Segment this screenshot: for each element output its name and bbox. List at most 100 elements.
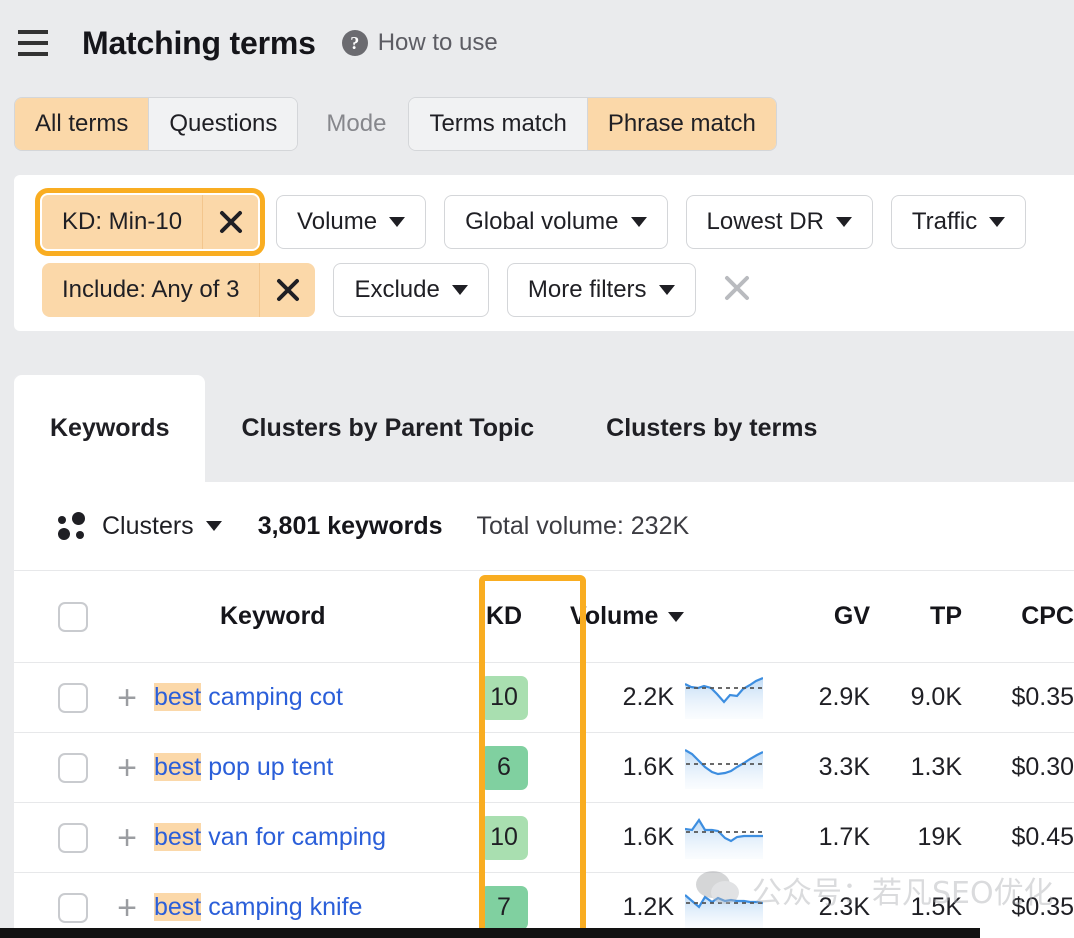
how-to-use-link[interactable]: ? How to use xyxy=(342,29,498,57)
table-header-row: + Keyword KD Volume GV TP CPC xyxy=(14,570,1074,662)
filter-button-volume-label: Volume xyxy=(297,208,377,236)
term-type-segmented-control: All terms Questions xyxy=(14,97,298,151)
keyword-count: 3,801 keywords xyxy=(258,512,443,541)
keyword-rest: van for camping xyxy=(201,823,386,851)
kd-badge: 7 xyxy=(480,886,528,930)
tab-keywords[interactable]: Keywords xyxy=(14,375,205,482)
results-tabs: Keywords Clusters by Parent Topic Cluste… xyxy=(14,375,1074,482)
kd-badge: 10 xyxy=(480,816,528,860)
segment-phrase-match[interactable]: Phrase match xyxy=(588,98,776,150)
keyword-highlight: best xyxy=(154,893,201,921)
filter-chip-kd[interactable]: KD: Min-10 xyxy=(42,195,258,249)
filter-button-exclude-label: Exclude xyxy=(354,276,439,304)
column-header-cpc[interactable]: CPC xyxy=(962,602,1074,631)
keyword-rest: camping knife xyxy=(201,893,362,921)
bottom-bar xyxy=(0,928,980,938)
close-icon[interactable] xyxy=(259,263,315,317)
kd-cell: 7 xyxy=(452,886,556,930)
trend-sparkline xyxy=(674,887,774,929)
keyword-cell[interactable]: best van for camping xyxy=(154,823,452,852)
gv-cell: 2.9K xyxy=(774,683,870,712)
keyword-highlight: best xyxy=(154,683,201,711)
keywords-table: + Keyword KD Volume GV TP CPC + best cam… xyxy=(14,570,1074,938)
cpc-cell: $0.35 xyxy=(962,683,1074,712)
cpc-cell: $0.35 xyxy=(962,893,1074,922)
add-to-list-icon[interactable]: + xyxy=(100,891,154,925)
chevron-down-icon xyxy=(452,285,468,295)
question-mark-icon: ? xyxy=(342,30,368,56)
segment-all-terms[interactable]: All terms xyxy=(15,98,149,150)
clear-filters-x-icon[interactable] xyxy=(720,271,754,310)
filter-chip-include-label: Include: Any of 3 xyxy=(42,263,259,317)
kd-badge: 6 xyxy=(480,746,528,790)
hamburger-icon[interactable] xyxy=(18,30,48,56)
kd-cell: 6 xyxy=(452,746,556,790)
chevron-down-icon[interactable] xyxy=(206,521,222,531)
column-header-keyword[interactable]: Keyword xyxy=(220,602,452,631)
keyword-highlight: best xyxy=(154,823,201,851)
keyword-cell[interactable]: best camping knife xyxy=(154,893,452,922)
keyword-highlight: best xyxy=(154,753,201,781)
column-header-kd[interactable]: KD xyxy=(452,602,556,631)
keyword-cell[interactable]: best pop up tent xyxy=(154,753,452,782)
filter-button-global-volume[interactable]: Global volume xyxy=(444,195,667,249)
filter-button-traffic[interactable]: Traffic xyxy=(891,195,1026,249)
segment-questions[interactable]: Questions xyxy=(149,98,297,150)
add-to-list-icon[interactable]: + xyxy=(100,751,154,785)
clusters-dropdown-label[interactable]: Clusters xyxy=(102,512,194,541)
filters-row-1: KD: Min-10 Volume Global volume Lowest D… xyxy=(42,195,1026,249)
filter-button-more-filters[interactable]: More filters xyxy=(507,263,696,317)
gv-cell: 3.3K xyxy=(774,753,870,782)
row-checkbox[interactable] xyxy=(58,753,88,783)
chevron-down-icon xyxy=(389,217,405,227)
how-to-use-label: How to use xyxy=(378,29,498,57)
tp-cell: 1.5K xyxy=(870,893,962,922)
filter-chip-include[interactable]: Include: Any of 3 xyxy=(42,263,315,317)
select-all-checkbox[interactable] xyxy=(58,602,88,632)
chevron-down-icon xyxy=(631,217,647,227)
table-row[interactable]: + best camping cot 10 2.2K xyxy=(14,662,1074,732)
toggle-bar: All terms Questions Mode Terms match Phr… xyxy=(0,95,1074,153)
column-header-tp[interactable]: TP xyxy=(870,602,962,631)
table-row[interactable]: + best van for camping 10 1.6K xyxy=(14,802,1074,872)
kd-badge: 10 xyxy=(480,676,528,720)
volume-cell: 1.6K xyxy=(556,823,674,852)
kd-cell: 10 xyxy=(452,676,556,720)
keyword-cell[interactable]: best camping cot xyxy=(154,683,452,712)
trend-sparkline xyxy=(674,817,774,859)
tab-clusters-by-terms[interactable]: Clusters by terms xyxy=(570,375,853,482)
filter-button-lowest-dr[interactable]: Lowest DR xyxy=(686,195,873,249)
table-row[interactable]: + best pop up tent 6 1.6K xyxy=(14,732,1074,802)
chevron-down-icon xyxy=(989,217,1005,227)
volume-cell: 1.6K xyxy=(556,753,674,782)
row-checkbox[interactable] xyxy=(58,683,88,713)
column-header-gv[interactable]: GV xyxy=(774,602,870,631)
segment-terms-match[interactable]: Terms match xyxy=(409,98,587,150)
add-to-list-icon[interactable]: + xyxy=(100,821,154,855)
filters-panel: KD: Min-10 Volume Global volume Lowest D… xyxy=(14,175,1074,331)
filter-button-exclude[interactable]: Exclude xyxy=(333,263,488,317)
clusters-dots-icon xyxy=(58,512,88,540)
row-checkbox[interactable] xyxy=(58,823,88,853)
filter-button-volume[interactable]: Volume xyxy=(276,195,426,249)
app-root: Matching terms ? How to use All terms Qu… xyxy=(0,0,1074,938)
keyword-rest: pop up tent xyxy=(201,753,333,781)
page-header: Matching terms ? How to use xyxy=(0,0,1074,86)
filter-button-lowest-dr-label: Lowest DR xyxy=(707,208,824,236)
close-icon[interactable] xyxy=(202,195,258,249)
total-volume: Total volume: 232K xyxy=(477,512,690,541)
volume-cell: 1.2K xyxy=(556,893,674,922)
row-checkbox[interactable] xyxy=(58,893,88,923)
column-header-volume-label: Volume xyxy=(570,602,658,631)
mode-segmented-control: Terms match Phrase match xyxy=(408,97,776,151)
tp-cell: 9.0K xyxy=(870,683,962,712)
gv-cell: 1.7K xyxy=(774,823,870,852)
tab-clusters-by-parent-topic[interactable]: Clusters by Parent Topic xyxy=(205,375,570,482)
column-header-volume[interactable]: Volume xyxy=(556,602,674,631)
trend-sparkline xyxy=(674,677,774,719)
add-to-list-icon[interactable]: + xyxy=(100,681,154,715)
filter-button-more-filters-label: More filters xyxy=(528,276,647,304)
sort-caret-icon xyxy=(668,612,684,622)
chevron-down-icon xyxy=(659,285,675,295)
page-title: Matching terms xyxy=(82,25,316,62)
